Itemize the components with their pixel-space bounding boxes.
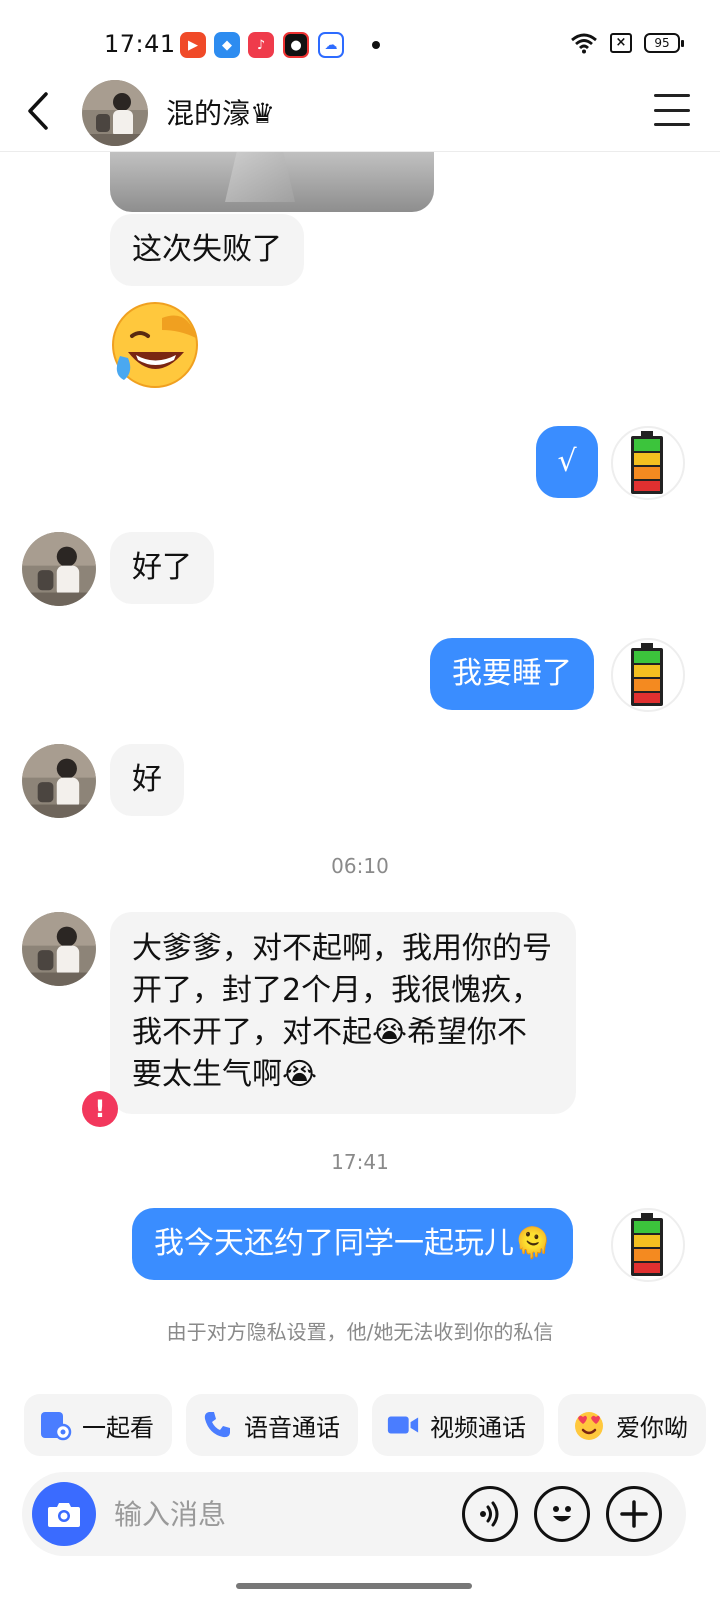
add-more-button[interactable] bbox=[606, 1486, 662, 1542]
quick-actions: 一起看 语音通话 视频通话 爱你呦 bbox=[24, 1394, 706, 1458]
quick-action-label: 爱你呦 bbox=[616, 1413, 688, 1442]
quick-action-label: 一起看 bbox=[82, 1413, 154, 1442]
chevron-left-icon bbox=[28, 92, 48, 130]
plus-icon bbox=[620, 1500, 648, 1528]
battery-avatar-icon bbox=[631, 431, 663, 494]
menu-button[interactable] bbox=[654, 94, 690, 126]
home-indicator[interactable] bbox=[236, 1583, 472, 1589]
contact-photo bbox=[22, 744, 96, 818]
contact-avatar-small[interactable] bbox=[22, 912, 96, 986]
quick-action-label: 语音通话 bbox=[244, 1413, 340, 1442]
contact-avatar-small[interactable] bbox=[22, 744, 96, 818]
contact-name: 混的濠♛ bbox=[166, 97, 276, 130]
my-avatar[interactable] bbox=[611, 638, 685, 712]
battery-level: 95 bbox=[654, 36, 670, 50]
message-bubble-outgoing[interactable]: 我要睡了 bbox=[430, 638, 594, 710]
status-indicators: × 95 bbox=[570, 32, 684, 54]
camera-button[interactable] bbox=[32, 1482, 96, 1546]
video-app-icon: ▶ bbox=[180, 32, 206, 58]
video-call-button[interactable]: 视频通话 bbox=[372, 1394, 544, 1456]
image-message[interactable] bbox=[110, 152, 434, 212]
blue-app-icon: ◆ bbox=[214, 32, 240, 58]
back-button[interactable] bbox=[18, 86, 62, 136]
menu-line-icon bbox=[654, 108, 690, 112]
menu-line-icon bbox=[654, 94, 690, 97]
my-avatar[interactable] bbox=[611, 426, 685, 500]
message-bubble-incoming[interactable]: 大爹爹，对不起啊，我用你的号开了，封了2个月，我很愧疚，我不开了，对不起😭希望你… bbox=[110, 912, 576, 1114]
message-input[interactable] bbox=[114, 1492, 444, 1536]
battery-avatar-icon bbox=[631, 1213, 663, 1276]
wifi-icon bbox=[571, 33, 597, 54]
chat-header: 混的濠♛ bbox=[0, 72, 720, 152]
send-failed-icon[interactable]: ! bbox=[82, 1091, 118, 1127]
contact-avatar[interactable] bbox=[82, 80, 148, 146]
quick-action-label: 视频通话 bbox=[430, 1413, 526, 1442]
voice-input-button[interactable] bbox=[462, 1486, 518, 1542]
heart-eyes-emoji-icon bbox=[572, 1408, 606, 1442]
message-bubble-incoming[interactable]: 这次失败了 bbox=[110, 214, 304, 286]
battery-avatar-icon bbox=[631, 643, 663, 706]
camera-icon bbox=[48, 1503, 80, 1527]
sim-off-icon: × bbox=[610, 33, 632, 53]
contact-photo bbox=[82, 80, 148, 146]
message-bubble-outgoing[interactable]: 我今天还约了同学一起玩儿🫠 bbox=[132, 1208, 574, 1280]
message-bubble-outgoing[interactable]: √ bbox=[536, 426, 598, 498]
video-camera-icon bbox=[386, 1408, 420, 1442]
message-input-bar bbox=[22, 1472, 686, 1556]
contact-photo bbox=[22, 912, 96, 986]
emoji-button[interactable] bbox=[534, 1486, 590, 1542]
watch-together-button[interactable]: 一起看 bbox=[24, 1394, 172, 1456]
voice-call-button[interactable]: 语音通话 bbox=[186, 1394, 358, 1456]
phone-icon bbox=[200, 1408, 234, 1442]
voice-wave-icon bbox=[480, 1501, 499, 1527]
battery-icon: 95 bbox=[644, 33, 684, 53]
message-list[interactable]: 这次失败了 √ 好了 我要睡了 好 06:10 大爹爹，对不起啊，我用你的号开了… bbox=[0, 152, 720, 1372]
watch-together-icon bbox=[38, 1408, 72, 1442]
message-timestamp: 17:41 bbox=[331, 1150, 389, 1174]
notification-dot bbox=[372, 41, 380, 49]
my-avatar[interactable] bbox=[611, 1208, 685, 1282]
status-time: 17:41 bbox=[104, 30, 176, 58]
smiley-icon bbox=[553, 1506, 571, 1522]
love-you-button[interactable]: 爱你呦 bbox=[558, 1394, 706, 1456]
contact-photo bbox=[22, 532, 96, 606]
crying-laughing-emoji-icon bbox=[112, 302, 198, 388]
record-app-icon: ● bbox=[283, 32, 309, 58]
menu-line-icon bbox=[654, 123, 690, 126]
music-app-icon: ♪ bbox=[248, 32, 274, 58]
message-timestamp: 06:10 bbox=[331, 854, 389, 878]
cloud-app-icon: ☁ bbox=[318, 32, 344, 58]
message-bubble-incoming[interactable]: 好 bbox=[110, 744, 184, 816]
message-bubble-incoming[interactable]: 好了 bbox=[110, 532, 214, 604]
contact-avatar-small[interactable] bbox=[22, 532, 96, 606]
privacy-notice: 由于对方隐私设置，他/她无法收到你的私信 bbox=[166, 1320, 554, 1344]
